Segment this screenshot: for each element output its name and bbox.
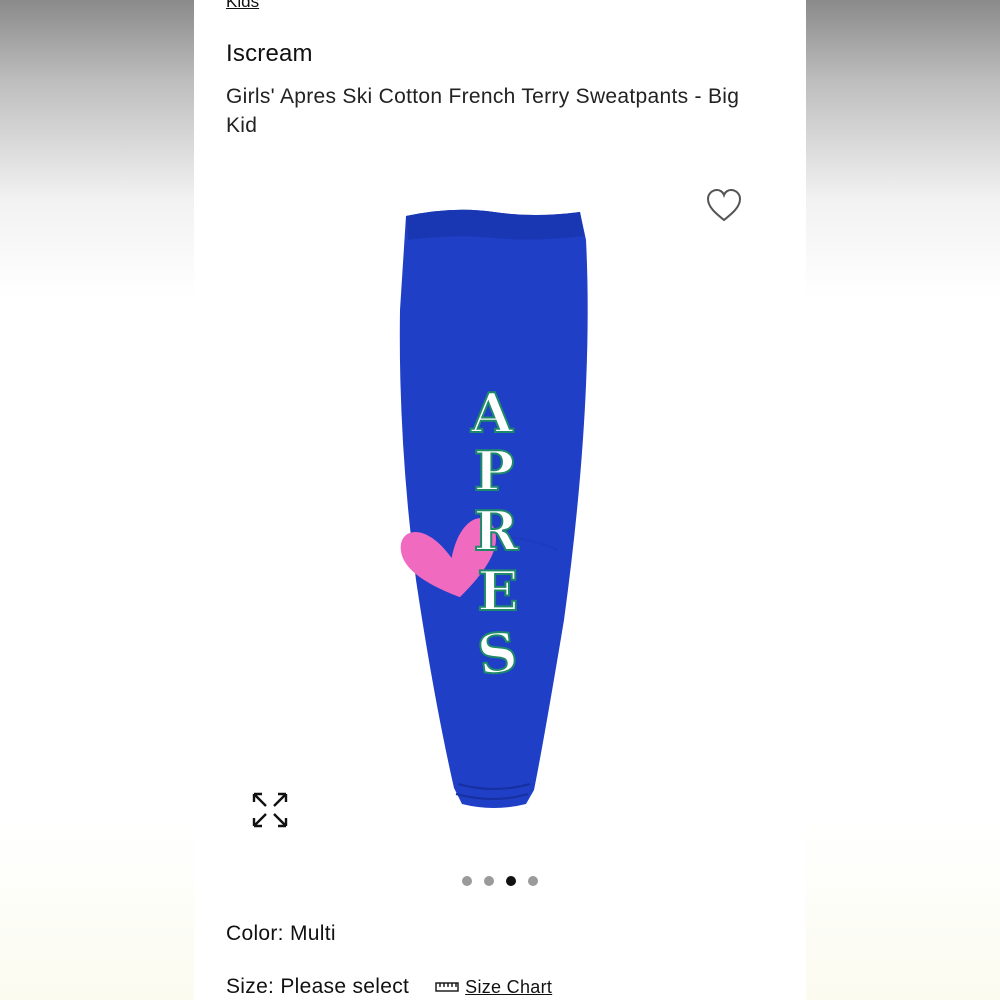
product-title: Girls' Apres Ski Cotton French Terry Swe… bbox=[226, 85, 740, 137]
heart-outline-icon[interactable] bbox=[704, 186, 744, 226]
color-label: Color: bbox=[226, 922, 284, 945]
print-letter: A bbox=[470, 381, 514, 445]
breadcrumb-kids-link[interactable]: Kids bbox=[226, 0, 259, 12]
color-value: Multi bbox=[289, 922, 336, 945]
color-selector: Color: Multi bbox=[226, 922, 336, 946]
print-letter: R bbox=[474, 499, 520, 563]
pagination-dot[interactable] bbox=[484, 876, 494, 886]
product-image: A P R E S bbox=[399, 209, 588, 808]
print-letter: P bbox=[474, 439, 515, 503]
size-label: Size: bbox=[226, 975, 275, 998]
image-pagination bbox=[194, 876, 806, 886]
brand-name[interactable]: Iscream bbox=[226, 40, 313, 68]
size-chart-link[interactable]: Size Chart bbox=[435, 977, 552, 998]
ruler-icon bbox=[435, 982, 459, 992]
expand-arrows-icon[interactable] bbox=[250, 790, 290, 830]
product-page: Kids Iscream Girls' Apres Ski Cotton Fre… bbox=[194, 0, 806, 1000]
pagination-dot[interactable] bbox=[462, 876, 472, 886]
size-selector: Size: Please select Size Chart bbox=[226, 975, 552, 999]
product-image-gallery[interactable]: A P R E S bbox=[194, 160, 806, 850]
size-value[interactable]: Please select bbox=[280, 975, 409, 999]
print-letter: E bbox=[477, 559, 518, 623]
size-chart-label[interactable]: Size Chart bbox=[465, 977, 552, 998]
pagination-dot-active[interactable] bbox=[506, 876, 516, 886]
pagination-dot[interactable] bbox=[528, 876, 538, 886]
